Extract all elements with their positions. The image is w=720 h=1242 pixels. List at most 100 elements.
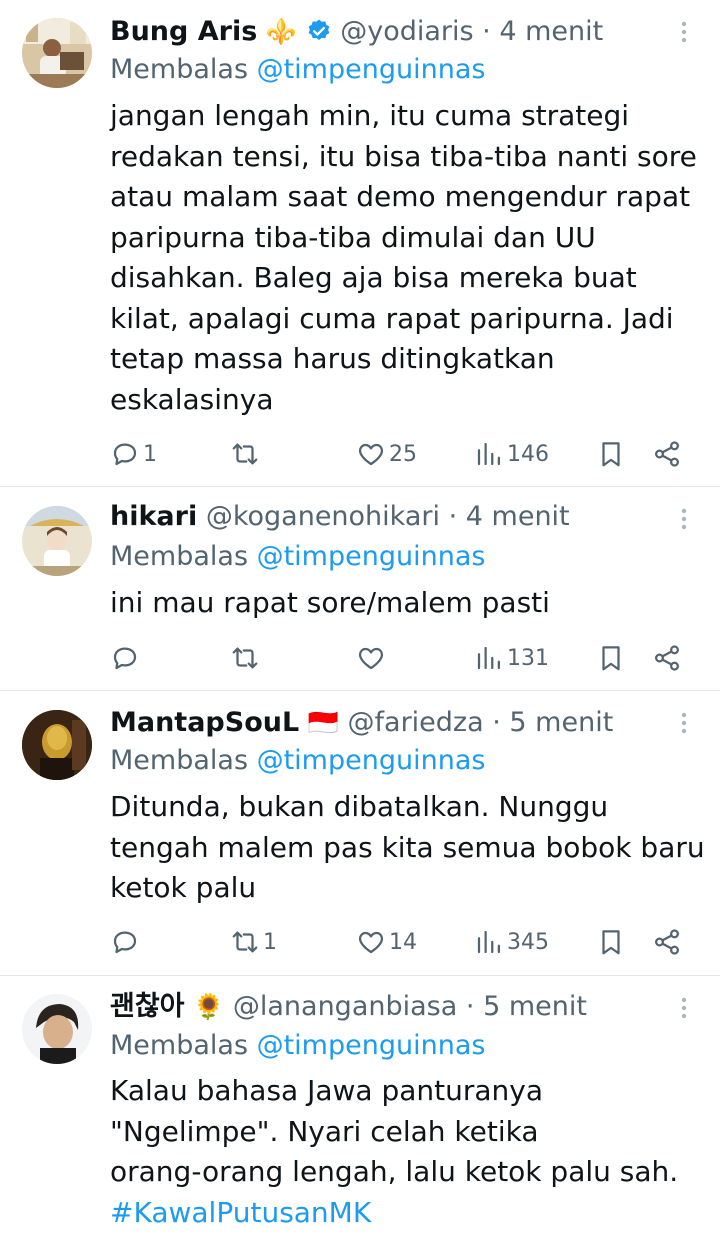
display-name[interactable]: 괜찮아 [110,991,185,1022]
heart-icon [358,647,384,670]
replying-to-mention[interactable]: @timpenguinnas [257,541,486,572]
reply-button[interactable] [110,922,143,962]
avatar[interactable] [22,994,92,1064]
tweet-line: tengah malem pas kita semua bobok baru [110,830,705,864]
handle[interactable]: @fariedza [348,707,484,738]
replying-to: Membalas @timpenguinnas [110,52,485,88]
tweet[interactable]: hikari @koganenohikari · 4 menit Membala… [0,487,720,691]
share-icon [654,645,680,671]
bookmark-button[interactable] [596,434,626,474]
tweet-header: Bung Aris ⚜️ @yodiaris · 4 menit [110,14,668,50]
hashtag-link[interactable]: #KawalPutusanMK [110,1193,710,1234]
avatar[interactable] [22,710,92,780]
fleur-de-lis-icon: ⚜️ [265,17,298,46]
heart-icon [358,443,384,466]
avatar[interactable] [22,18,92,88]
handle[interactable]: @yodiaris [340,16,473,47]
like-count: 25 [389,441,417,467]
tweet-text: jangan lengah min, itu cuma strategi red… [110,96,710,420]
action-bar: 1 14 345 [0,922,720,962]
tweet-line: tetap massa harus ditingkatkan [110,342,555,375]
indonesia-flag-icon: 🇮🇩 [307,708,339,737]
timestamp[interactable]: 5 menit [509,707,613,738]
like-button[interactable]: 14 [356,922,417,962]
replying-to: Membalas @timpenguinnas [110,743,485,779]
retweet-button[interactable] [230,434,263,474]
display-name[interactable]: hikari [110,501,197,532]
views-count: 345 [507,929,549,955]
tweet-line: Kalau bahasa Jawa panturanya [110,1074,544,1107]
reply-button[interactable] [110,638,143,678]
tweet-line: redakan tensi, itu bisa tiba-tiba nanti … [110,139,697,173]
reply-icon [113,931,137,954]
like-button[interactable] [356,638,389,678]
avatar[interactable] [22,506,92,576]
retweet-icon [232,931,258,953]
handle[interactable]: @koganenohikari [206,501,440,532]
views-button[interactable]: 146 [474,434,549,474]
more-options-icon[interactable] [670,990,698,1026]
display-name[interactable]: MantapSouL [110,707,299,738]
timestamp[interactable]: 5 menit [483,991,587,1022]
tweet-line: jangan lengah min, itu cuma strategi [110,99,630,132]
separator-dot: · [448,501,458,532]
separator-dot: · [482,16,491,47]
reply-count: 1 [143,441,157,467]
tweet[interactable]: Bung Aris ⚜️ @yodiaris · 4 menit Membala… [0,0,720,487]
tweet[interactable]: 괜찮아 🌻 @lananganbiasa · 5 menit Membalas … [0,976,720,1242]
bookmark-button[interactable] [596,638,626,678]
views-count: 146 [507,441,549,467]
retweet-button[interactable] [230,638,263,678]
share-icon [654,929,680,955]
tweet-header: MantapSouL 🇮🇩 @fariedza · 5 menit [110,705,668,741]
replying-to-mention[interactable]: @timpenguinnas [257,745,486,776]
sunflower-icon: 🌻 [193,992,225,1021]
timestamp[interactable]: 4 menit [466,501,570,532]
verified-badge-icon [308,19,329,40]
replying-to-label: Membalas [110,541,257,572]
tweet-line: atau malam saat demo mengendur rapat [110,180,691,213]
share-button[interactable] [652,638,682,678]
bookmark-icon [602,646,620,671]
tweet-line: paripurna tiba-tiba dimulai dan UU [110,220,596,254]
bookmark-icon [602,930,620,955]
more-options-icon[interactable] [670,14,698,50]
tweet-header: hikari @koganenohikari · 4 menit [110,499,668,535]
reply-button[interactable]: 1 [110,434,157,474]
tweet-text: Ditunda, bukan dibatalkan. Nunggu tengah… [110,787,710,909]
separator-dot: · [492,707,501,738]
tweet-line: orang-orang lengah, lalu ketok palu sah. [110,1155,679,1188]
reply-icon [113,443,137,466]
tweet[interactable]: MantapSouL 🇮🇩 @fariedza · 5 menit Membal… [0,691,720,976]
share-button[interactable] [652,922,682,962]
tweet-text: ini mau rapat sore/malem pasti [110,583,710,624]
handle[interactable]: @lananganbiasa [233,991,457,1022]
replying-to-mention[interactable]: @timpenguinnas [257,1030,486,1061]
more-options-icon[interactable] [670,705,698,741]
display-name[interactable]: Bung Aris [110,16,257,47]
tweet-line: Ditunda, bukan dibatalkan. Nunggu [110,790,609,823]
timestamp[interactable]: 4 menit [499,16,603,47]
replying-to: Membalas @timpenguinnas [110,539,485,575]
heart-icon [358,931,384,954]
action-bar: 131 [0,638,720,678]
replying-to-label: Membalas [110,54,257,85]
replying-to-label: Membalas [110,1030,257,1061]
tweet-header: 괜찮아 🌻 @lananganbiasa · 5 menit [110,989,668,1025]
views-button[interactable]: 345 [474,922,549,962]
retweet-button[interactable]: 1 [230,922,277,962]
share-button[interactable] [652,434,682,474]
views-chart-icon [477,442,500,466]
views-button[interactable]: 131 [474,638,549,678]
retweet-count: 1 [263,929,277,955]
separator-dot: · [465,991,475,1022]
tweet-line: eskalasinya [110,382,274,416]
retweet-icon [232,443,258,465]
replying-to-mention[interactable]: @timpenguinnas [257,54,486,85]
bookmark-button[interactable] [596,922,626,962]
replying-to: Membalas @timpenguinnas [110,1028,485,1064]
like-button[interactable]: 25 [356,434,417,474]
tweet-line: ini mau rapat sore/malem pasti [110,586,550,619]
tweet-line: ketok palu [110,871,257,904]
more-options-icon[interactable] [670,501,698,537]
